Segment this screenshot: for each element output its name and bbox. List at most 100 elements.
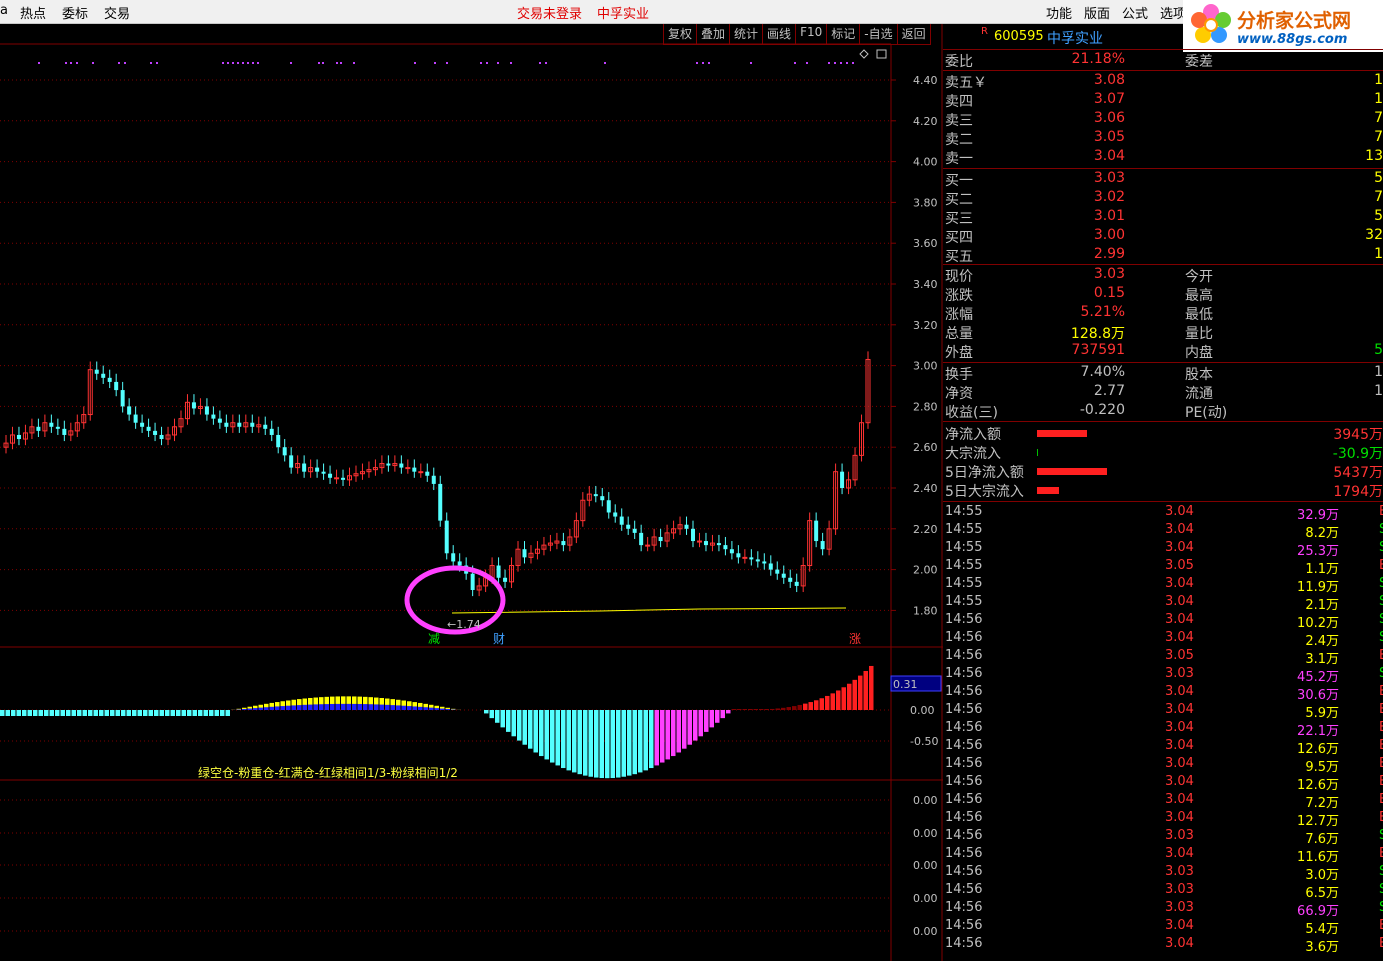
tick-row[interactable]: 14:56 3.04 12.6万 E [943, 738, 1383, 757]
menu-weibiao[interactable]: 委标 [62, 3, 88, 22]
tick-row[interactable]: 14:56 3.03 7.6万 S [943, 828, 1383, 847]
hist-bar [484, 710, 489, 714]
tick-row[interactable]: 14:56 3.03 3.0万 S [943, 864, 1383, 883]
row-value: 3.01 [1093, 208, 1125, 224]
weibi-value: 21.18% [1071, 51, 1125, 67]
hist-bar [797, 704, 802, 710]
tick-row[interactable]: 14:56 3.03 45.2万 S [943, 666, 1383, 685]
candle-body-down [503, 577, 508, 582]
hist-bar [275, 706, 280, 710]
flow-value: 5437万 [1333, 465, 1383, 481]
tick-row[interactable]: 14:55 3.04 11.9万 S [943, 576, 1383, 595]
menu-hot[interactable]: 热点 [20, 3, 46, 22]
candle-body-down [788, 577, 793, 582]
tick-row[interactable]: 14:56 3.04 10.2万 S [943, 612, 1383, 631]
menu-fragment: a [0, 3, 8, 18]
tick-time: 14:56 [945, 864, 983, 879]
hist-bar [121, 710, 126, 716]
hist-bar [220, 710, 225, 716]
tick-row[interactable]: 14:56 3.04 3.6万 E [943, 936, 1383, 955]
candle-body-down [600, 496, 605, 501]
hist-bar [253, 708, 258, 710]
stock-code: 600595 [994, 29, 1044, 44]
hist-bar [55, 710, 60, 716]
tick-price: 3.04 [1165, 792, 1194, 807]
menu-layout[interactable]: 版面 [1084, 3, 1110, 22]
hist-bar [352, 703, 357, 710]
stock-name[interactable]: 中孚实业 [1047, 28, 1103, 48]
candle-body-down [399, 463, 404, 468]
tick-row[interactable]: 14:56 3.03 6.5万 S [943, 882, 1383, 901]
lower-tick-label: 0.00 [913, 794, 938, 807]
signal-dot [510, 62, 512, 64]
row-value-2: 13 [1365, 148, 1383, 164]
tick-price: 3.04 [1165, 540, 1194, 555]
hist-bar [374, 704, 379, 710]
tick-volume: 66.9万 [1297, 904, 1339, 919]
hist-bar [297, 705, 302, 710]
tick-row[interactable]: 14:56 3.04 12.7万 E [943, 810, 1383, 829]
signal-dot [446, 62, 448, 64]
login-status[interactable]: 交易未登录 [517, 3, 582, 22]
row-value-2: 1 [1374, 72, 1383, 88]
tick-price: 3.04 [1165, 576, 1194, 591]
hist-bar [335, 703, 340, 710]
menu-formula[interactable]: 公式 [1122, 3, 1148, 22]
flow-row: 5日大宗流入 1794万 [943, 481, 1383, 500]
hist-bar [66, 710, 71, 716]
hist-bar [638, 710, 643, 773]
candle-body-up [742, 556, 748, 559]
tick-row[interactable]: 14:55 3.05 1.1万 E [943, 558, 1383, 577]
row-value: 128.8万 [1070, 326, 1125, 342]
row-label: 收益(三) [945, 405, 998, 421]
tick-row[interactable]: 14:56 3.03 66.9万 S [943, 900, 1383, 919]
hist-bar [742, 709, 747, 710]
tick-volume: 3.1万 [1305, 652, 1339, 667]
tick-row[interactable]: 14:56 3.04 9.5万 E [943, 756, 1383, 775]
tick-volume: 32.9万 [1297, 508, 1339, 523]
signal-dot [545, 62, 547, 64]
tick-time: 14:55 [945, 504, 983, 519]
row-value-2: 7 [1374, 129, 1383, 145]
hist-bar [225, 710, 230, 716]
menu-function[interactable]: 功能 [1046, 3, 1072, 22]
tick-row[interactable]: 14:56 3.04 22.1万 E [943, 720, 1383, 739]
hist-bar [533, 710, 538, 753]
signal-dot [852, 62, 854, 64]
signal-dot [497, 62, 499, 64]
tick-row[interactable]: 14:56 3.04 2.4万 S [943, 630, 1383, 649]
tick-row[interactable]: 14:56 3.04 12.6万 E [943, 774, 1383, 793]
row-value: 3.08 [1093, 72, 1125, 88]
signal-dot [290, 62, 292, 64]
tick-time: 14:56 [945, 648, 983, 663]
tick-side: E [1379, 792, 1383, 807]
hist-bar [654, 710, 659, 766]
tick-row[interactable]: 14:56 3.04 5.4万 E [943, 918, 1383, 937]
tick-row[interactable]: 14:55 3.04 32.9万 E [943, 504, 1383, 523]
kline-chart[interactable]: 4.40 4.20 4.00 3.80 3.60 3.40 3.20 3.00 2.80 2.60… [0, 24, 943, 961]
row-label-2: 流通 [1185, 386, 1213, 402]
tick-row[interactable]: 14:56 3.04 11.6万 E [943, 846, 1383, 865]
hist-bar [500, 710, 505, 728]
tick-row[interactable]: 14:56 3.04 30.6万 E [943, 684, 1383, 703]
divider [943, 168, 1383, 169]
tick-row[interactable]: 14:56 3.04 5.9万 E [943, 702, 1383, 721]
signal-dot [480, 62, 482, 64]
hist-bar [308, 704, 313, 710]
signal-dot [806, 62, 808, 64]
hist-bar [858, 675, 863, 710]
tick-time: 14:55 [945, 594, 983, 609]
hist-bar [115, 710, 120, 716]
tick-row[interactable]: 14:55 3.04 8.2万 S [943, 522, 1383, 541]
hist-bar [368, 704, 373, 710]
hist-bar [539, 710, 544, 757]
tick-row[interactable]: 14:56 3.05 3.1万 E [943, 648, 1383, 667]
candle-body-down [457, 561, 462, 566]
tick-row[interactable]: 14:55 3.04 25.3万 S [943, 540, 1383, 559]
tick-row[interactable]: 14:56 3.04 7.2万 E [943, 792, 1383, 811]
hist-bar [627, 710, 632, 776]
tick-row[interactable]: 14:55 3.04 2.1万 S [943, 594, 1383, 613]
tick-volume: 2.4万 [1305, 634, 1339, 649]
tick-price: 3.03 [1165, 900, 1194, 915]
menu-trade[interactable]: 交易 [104, 3, 130, 22]
